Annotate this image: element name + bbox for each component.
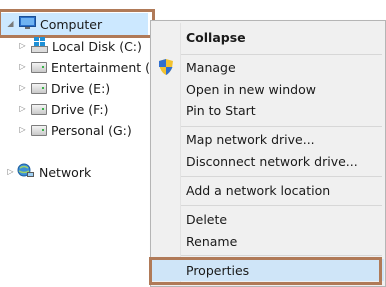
menu-separator <box>181 54 382 55</box>
tree-item-entertainment-d[interactable]: ▷ Entertainment (D:) <box>18 57 168 77</box>
menu-separator <box>181 176 382 177</box>
expand-arrow-icon[interactable]: ▷ <box>18 62 27 72</box>
tree-item-label: Drive (F:) <box>51 101 109 117</box>
menu-item-label: Pin to Start <box>186 102 256 118</box>
menu-item-label: Manage <box>186 59 236 75</box>
expand-arrow-icon[interactable]: ▷ <box>18 83 27 93</box>
menu-separator <box>181 205 382 206</box>
tree-item-drive-e[interactable]: ▷ Drive (E:) <box>18 78 110 98</box>
menu-item-label: Rename <box>186 233 238 249</box>
menu-item-open-new-window[interactable]: Open in new window <box>152 78 384 100</box>
tree-item-label: Local Disk (C:) <box>52 38 142 54</box>
hard-drive-icon <box>31 103 47 115</box>
menu-separator <box>181 255 382 256</box>
expand-arrow-icon[interactable]: ▷ <box>18 104 27 114</box>
menu-item-label: Map network drive... <box>186 131 315 147</box>
hard-drive-icon <box>31 61 47 73</box>
tree-item-label: Drive (E:) <box>51 80 111 96</box>
tree-item-local-disk-c[interactable]: ▷ Local Disk (C:) <box>18 36 142 56</box>
network-icon <box>17 163 35 182</box>
menu-item-label: Collapse <box>186 29 246 45</box>
menu-item-rename[interactable]: Rename <box>152 230 384 252</box>
tree-item-label: Network <box>39 164 92 180</box>
expand-arrow-icon[interactable]: ▷ <box>6 167 15 177</box>
computer-highlight <box>0 9 155 38</box>
menu-item-label: Add a network location <box>186 182 331 198</box>
menu-item-pin-to-start[interactable]: Pin to Start <box>152 99 384 121</box>
properties-highlight <box>149 257 382 285</box>
menu-item-collapse[interactable]: Collapse <box>152 26 384 48</box>
menu-item-manage[interactable]: Manage <box>152 56 384 78</box>
menu-item-disconnect-network-drive[interactable]: Disconnect network drive... <box>152 150 384 172</box>
menu-item-map-network-drive[interactable]: Map network drive... <box>152 128 384 150</box>
hard-drive-icon <box>31 82 47 94</box>
menu-item-label: Disconnect network drive... <box>186 153 358 169</box>
tree-item-label: Personal (G:) <box>51 122 132 138</box>
tree-item-personal-g[interactable]: ▷ Personal (G:) <box>18 120 132 140</box>
menu-item-label: Delete <box>186 211 228 227</box>
hard-drive-icon <box>31 124 47 136</box>
tree-item-drive-f[interactable]: ▷ Drive (F:) <box>18 99 108 119</box>
menu-separator <box>181 126 382 127</box>
context-menu: Collapse Manage Open in new window Pin t… <box>150 20 386 287</box>
menu-item-add-network-location[interactable]: Add a network location <box>152 179 384 201</box>
uac-shield-icon <box>159 59 173 78</box>
expand-arrow-icon[interactable]: ▷ <box>18 125 27 135</box>
windows-drive-icon <box>31 36 48 56</box>
menu-item-label: Open in new window <box>186 81 316 97</box>
tree-item-network[interactable]: ▷ Network <box>6 162 91 182</box>
expand-arrow-icon[interactable]: ▷ <box>18 41 27 51</box>
menu-item-delete[interactable]: Delete <box>152 208 384 230</box>
